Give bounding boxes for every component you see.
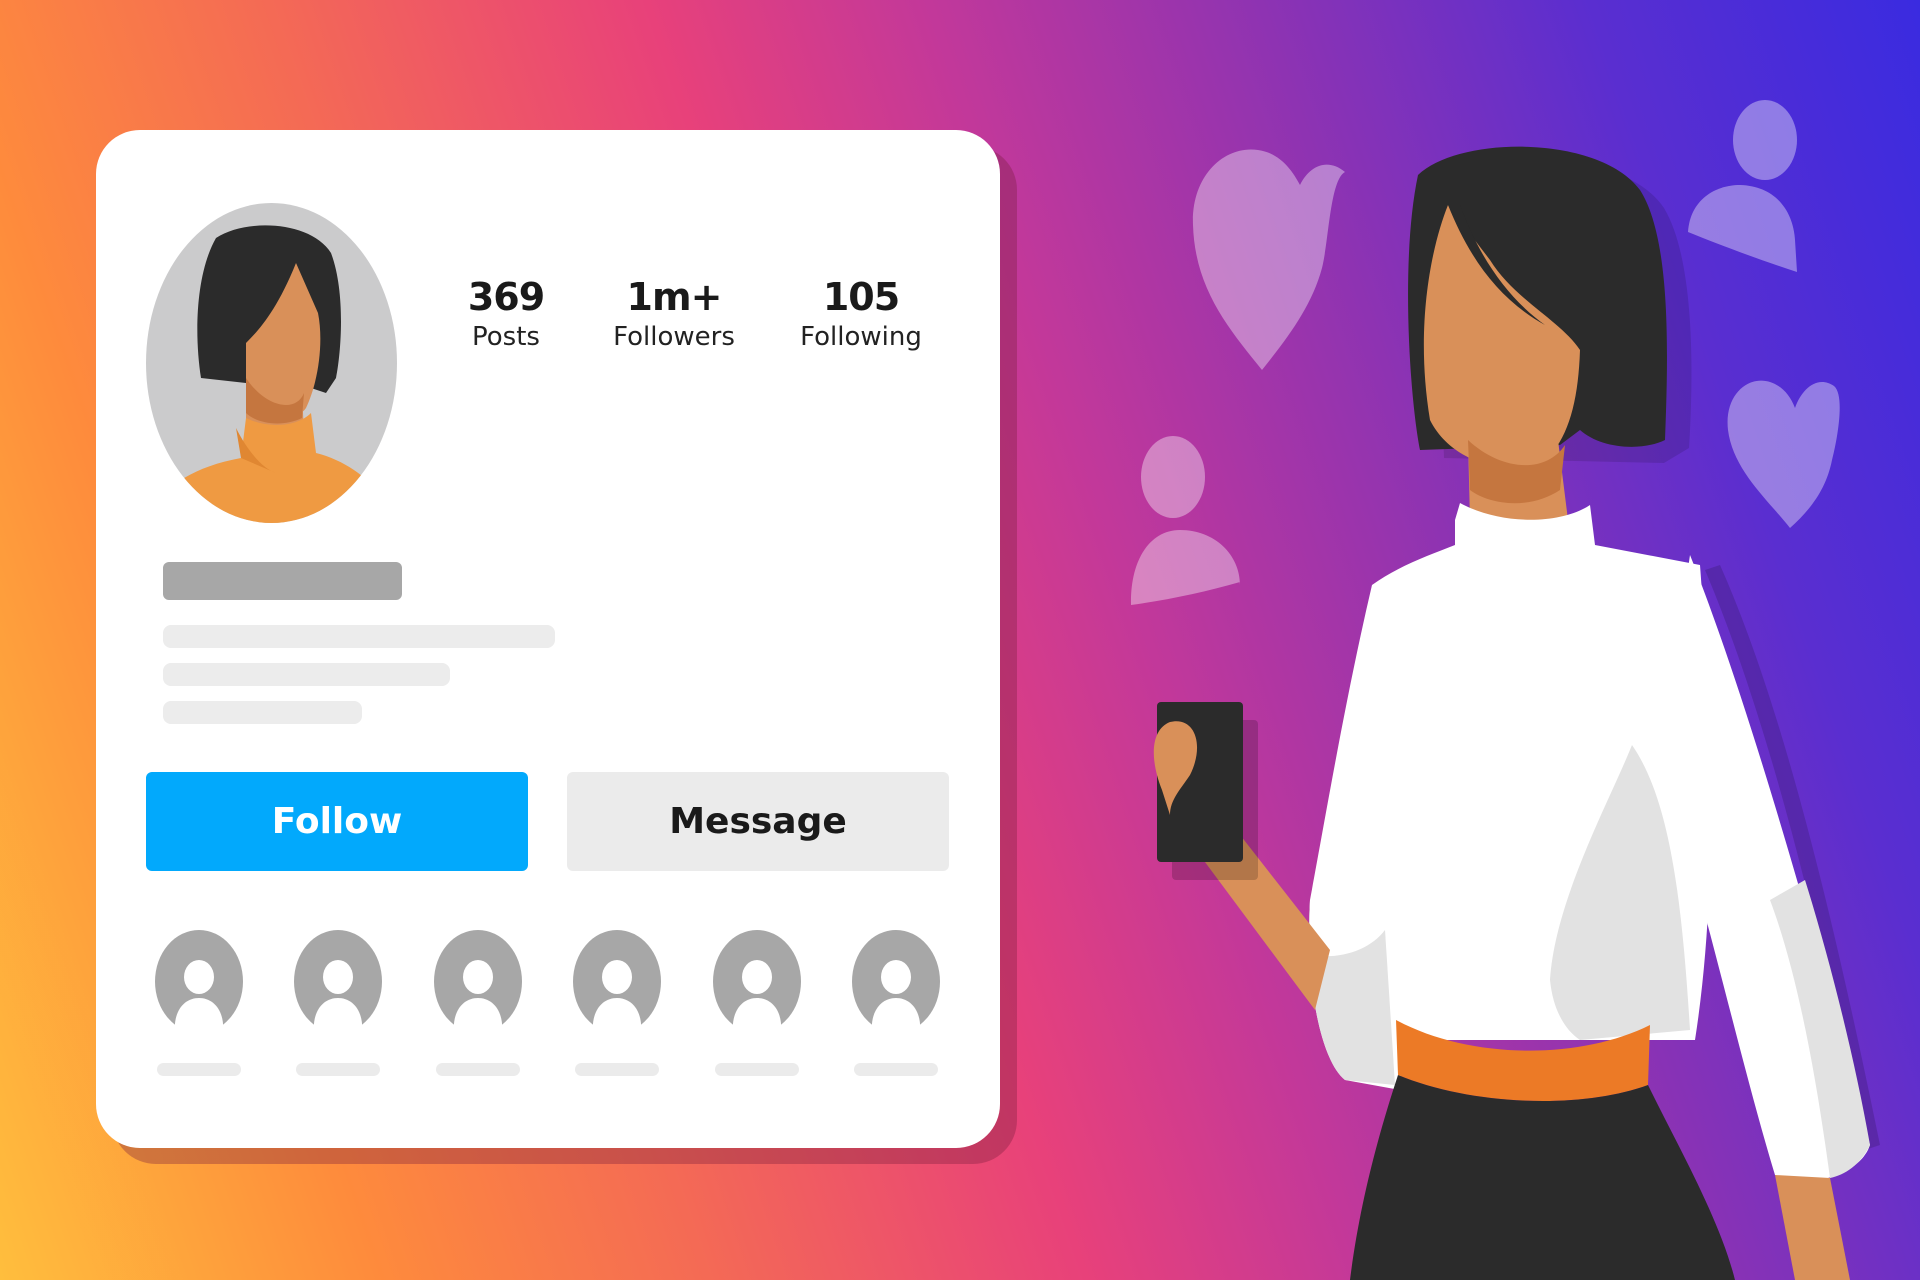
- bio-line-placeholder: [163, 663, 450, 686]
- follow-button[interactable]: Follow: [146, 772, 528, 871]
- user-avatar-icon: [573, 930, 661, 1033]
- following-label: Following: [800, 322, 922, 352]
- heart-icon: [1727, 380, 1840, 528]
- stat-following[interactable]: 105 Following: [761, 275, 961, 355]
- account-name-placeholder: [715, 1063, 799, 1076]
- suggested-account[interactable]: [155, 930, 243, 1076]
- suggested-account[interactable]: [294, 930, 382, 1076]
- heart-icon: [1192, 149, 1345, 370]
- suggested-account[interactable]: [852, 930, 940, 1076]
- user-avatar-icon: [713, 930, 801, 1033]
- user-avatar-icon: [294, 930, 382, 1033]
- profile-stats: 369 Posts 1m+ Followers 105 Following: [96, 275, 1000, 365]
- user-icon: [1733, 100, 1797, 180]
- followers-count: 1m+: [626, 275, 723, 319]
- bio-line-placeholder: [163, 701, 362, 724]
- user-icon: [1688, 185, 1797, 272]
- account-name-placeholder: [157, 1063, 241, 1076]
- message-button[interactable]: Message: [567, 772, 949, 871]
- suggested-account[interactable]: [434, 930, 522, 1076]
- account-name-placeholder: [575, 1063, 659, 1076]
- bio-line-placeholder: [163, 625, 555, 648]
- stat-followers[interactable]: 1m+ Followers: [574, 275, 774, 355]
- user-avatar-icon: [434, 930, 522, 1033]
- suggested-account[interactable]: [573, 930, 661, 1076]
- user-icon: [1130, 436, 1240, 605]
- user-avatar-icon: [155, 930, 243, 1033]
- suggested-accounts: [96, 930, 1000, 1090]
- suggested-account[interactable]: [713, 930, 801, 1076]
- username-placeholder: [163, 562, 402, 600]
- followers-label: Followers: [613, 322, 735, 352]
- account-name-placeholder: [436, 1063, 520, 1076]
- user-avatar-icon: [852, 930, 940, 1033]
- following-count: 105: [822, 275, 900, 319]
- account-name-placeholder: [854, 1063, 938, 1076]
- profile-card: 369 Posts 1m+ Followers 105 Following Fo…: [96, 130, 1000, 1148]
- account-name-placeholder: [296, 1063, 380, 1076]
